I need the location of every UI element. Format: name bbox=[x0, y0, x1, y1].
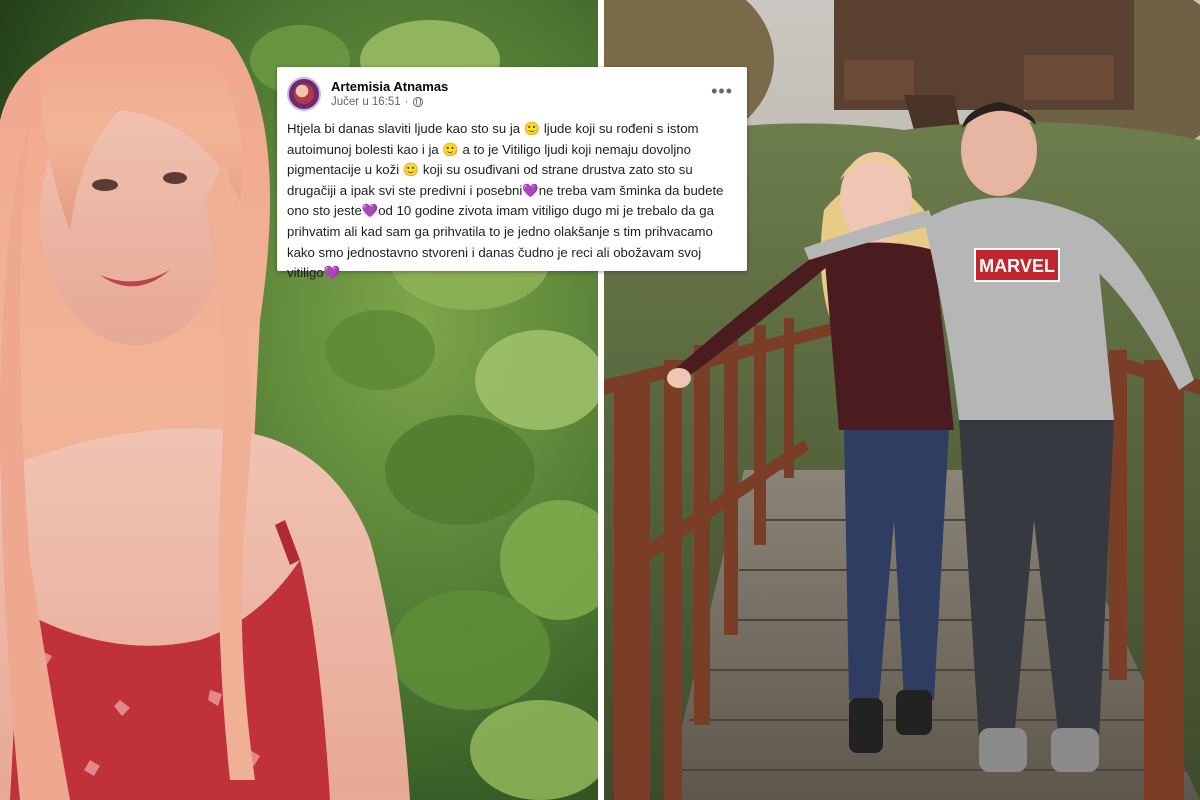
image-collage: MARVEL Artemisia Atnamas Jučer u 16:51 ·… bbox=[0, 0, 1200, 800]
more-options-icon[interactable]: ••• bbox=[711, 82, 733, 106]
facebook-post-card: Artemisia Atnamas Jučer u 16:51 · ••• Ht… bbox=[277, 67, 747, 280]
avatar-image bbox=[294, 84, 314, 104]
post-header: Artemisia Atnamas Jučer u 16:51 · ••• bbox=[287, 75, 733, 113]
post-meta: Artemisia Atnamas Jučer u 16:51 · bbox=[331, 79, 448, 110]
avatar[interactable] bbox=[287, 77, 321, 111]
dot-separator: · bbox=[404, 95, 409, 108]
author-name[interactable]: Artemisia Atnamas bbox=[331, 79, 448, 95]
post-timestamp[interactable]: Jučer u 16:51 bbox=[331, 95, 401, 109]
post-text: Htjela bi danas slaviti ljude kao sto su… bbox=[287, 121, 724, 281]
shirt-print: MARVEL bbox=[979, 256, 1055, 276]
globe-icon bbox=[412, 97, 423, 108]
time-row: Jučer u 16:51 · bbox=[331, 95, 448, 109]
